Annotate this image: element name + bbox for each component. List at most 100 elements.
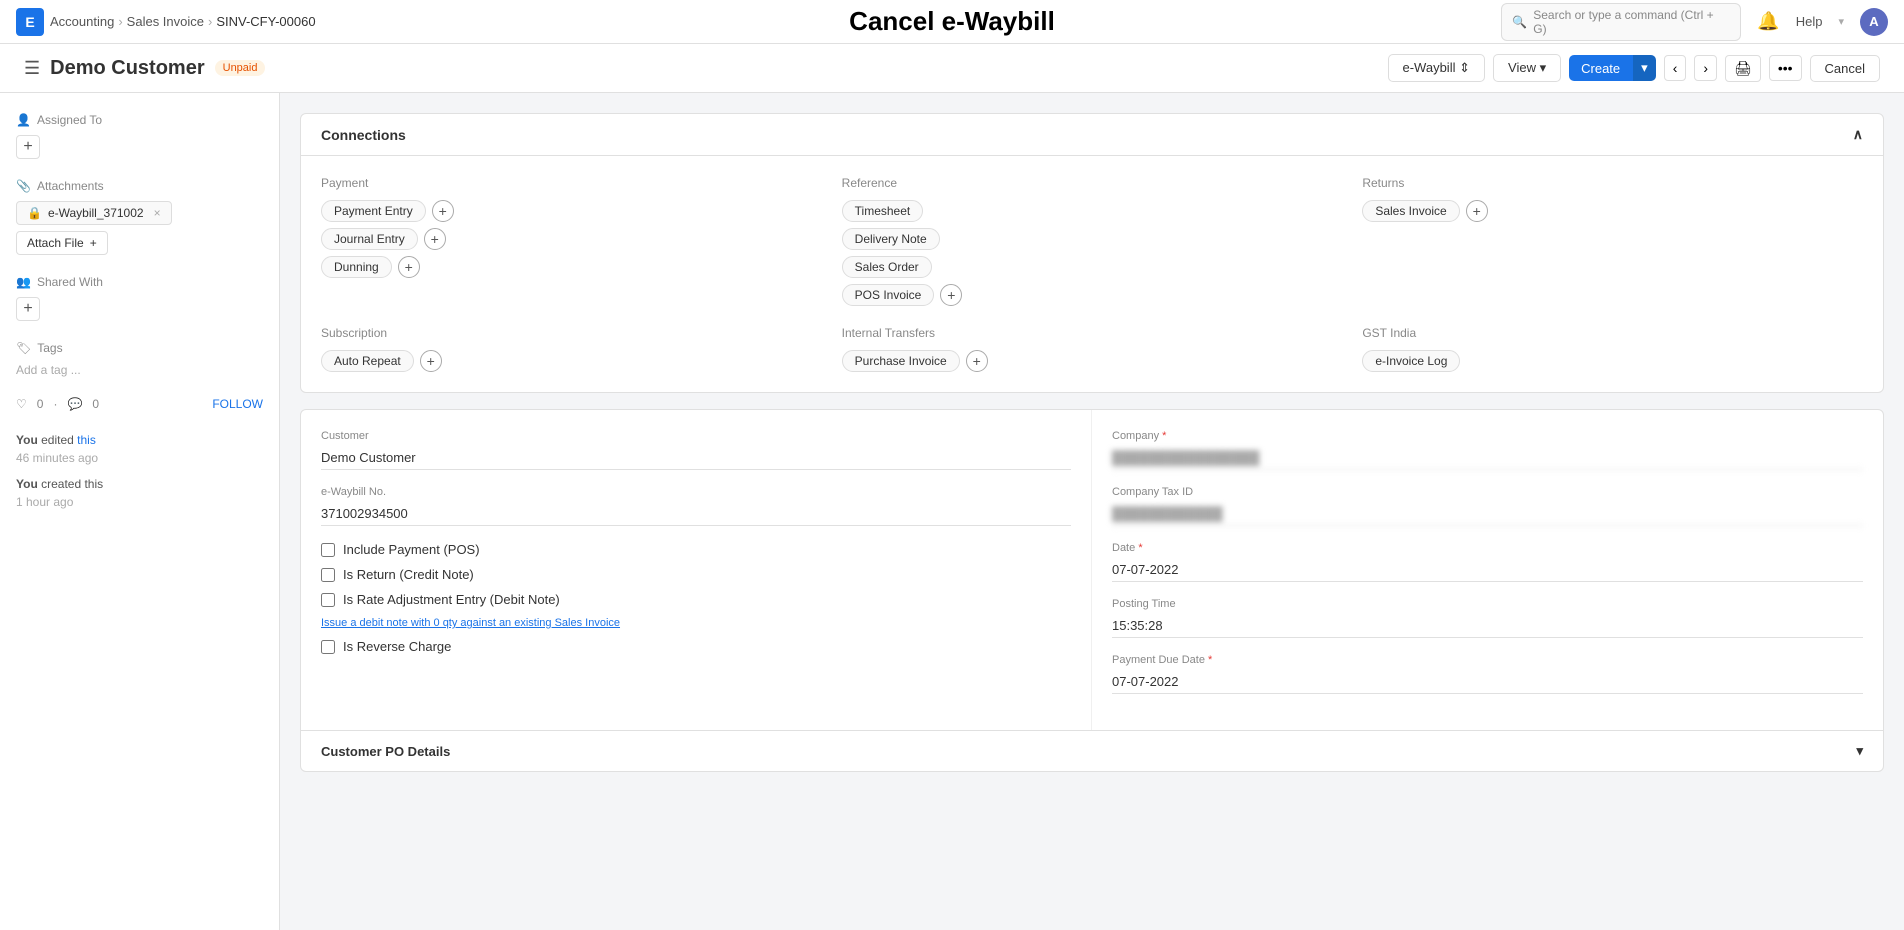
remove-attachment-icon[interactable]: × — [154, 206, 161, 220]
add-return-button[interactable]: + — [1466, 200, 1488, 222]
assigned-to-section: 👤 Assigned To + — [16, 113, 263, 159]
breadcrumb-doc-id[interactable]: SINV-CFY-00060 — [216, 14, 315, 29]
hamburger-icon[interactable]: ☰ — [24, 58, 40, 79]
conn-tag-einvoice-log[interactable]: e-Invoice Log — [1362, 350, 1460, 372]
add-shared-button[interactable]: + — [16, 297, 40, 321]
connections-collapse-icon[interactable]: ∧ — [1853, 126, 1863, 143]
debit-note-hint[interactable]: Issue a debit note with 0 qty against an… — [321, 617, 1071, 629]
add-subscription-button[interactable]: + — [420, 350, 442, 372]
is-reverse-charge-row: Is Reverse Charge — [321, 639, 1071, 654]
date-value[interactable]: 07-07-2022 — [1112, 558, 1863, 582]
reference-title: Reference — [842, 176, 1343, 190]
conn-tag-pos-invoice[interactable]: POS Invoice — [842, 284, 935, 306]
company-value[interactable]: ████████████████ — [1112, 446, 1863, 470]
breadcrumb: Accounting › Sales Invoice › SINV-CFY-00… — [50, 14, 316, 29]
connections-grid-2: Subscription Auto Repeat + Internal Tran… — [321, 326, 1863, 372]
connections-body: Payment Payment Entry + Journal Entry + … — [301, 156, 1883, 392]
add-dunning-button[interactable]: + — [398, 256, 420, 278]
add-internal-transfer-button[interactable]: + — [966, 350, 988, 372]
form-right-col: Company * ████████████████ Company Tax I… — [1092, 410, 1883, 730]
search-box[interactable]: 🔍 Search or type a command (Ctrl + G) — [1501, 3, 1741, 41]
conn-tag-timesheet[interactable]: Timesheet — [842, 200, 924, 222]
cancel-button[interactable]: Cancel — [1810, 55, 1880, 82]
prev-button[interactable]: ‹ — [1664, 55, 1687, 81]
conn-tag-auto-repeat[interactable]: Auto Repeat — [321, 350, 414, 372]
customer-row: Customer Demo Customer — [321, 430, 1071, 470]
ewaybill-no-value[interactable]: 371002934500 — [321, 502, 1071, 526]
reference-tags-1: Timesheet — [842, 200, 1343, 222]
is-rate-adjustment-checkbox[interactable] — [321, 593, 335, 607]
activity-item-2: You created this 1 hour ago — [16, 475, 263, 511]
form-panel: Customer Demo Customer e-Waybill No. 371… — [300, 409, 1884, 772]
doc-title: Demo Customer — [50, 57, 204, 80]
app-icon[interactable]: E — [16, 8, 44, 36]
customer-po-header[interactable]: Customer PO Details ▾ — [301, 730, 1883, 771]
assigned-to-label: 👤 Assigned To — [16, 113, 263, 127]
follow-button[interactable]: FOLLOW — [212, 397, 263, 411]
search-placeholder: Search or type a command (Ctrl + G) — [1533, 8, 1730, 36]
conn-tag-delivery-note[interactable]: Delivery Note — [842, 228, 940, 250]
attachment-item[interactable]: 🔒 e-Waybill_371002 × — [16, 201, 172, 225]
conn-tag-sales-invoice-return[interactable]: Sales Invoice — [1362, 200, 1459, 222]
activity-item-1: You edited this 46 minutes ago — [16, 431, 263, 467]
company-required: * — [1162, 430, 1166, 442]
add-reference-button[interactable]: + — [940, 284, 962, 306]
avatar[interactable]: A — [1860, 8, 1888, 36]
activity-section: You edited this 46 minutes ago You creat… — [16, 431, 263, 511]
date-label: Date * — [1112, 542, 1863, 554]
payment-due-date-value[interactable]: 07-07-2022 — [1112, 670, 1863, 694]
status-badge: Unpaid — [215, 60, 266, 76]
conn-tag-purchase-invoice[interactable]: Purchase Invoice — [842, 350, 960, 372]
is-rate-adjustment-row: Is Rate Adjustment Entry (Debit Note) — [321, 592, 1071, 607]
customer-label: Customer — [321, 430, 1071, 442]
gst-india-title: GST India — [1362, 326, 1863, 340]
reference-tags-4: POS Invoice + — [842, 284, 1343, 306]
shared-icon: 👥 — [16, 275, 31, 289]
add-assignee-button[interactable]: + — [16, 135, 40, 159]
conn-tag-dunning[interactable]: Dunning — [321, 256, 392, 278]
top-nav-right: 🔍 Search or type a command (Ctrl + G) 🔔 … — [1501, 3, 1888, 41]
modal-title-area: Cancel e-Waybill — [849, 6, 1055, 37]
reference-tags-2: Delivery Note — [842, 228, 1343, 250]
posting-time-value[interactable]: 15:35:28 — [1112, 614, 1863, 638]
create-button-main[interactable]: Create — [1569, 55, 1632, 81]
is-return-checkbox[interactable] — [321, 568, 335, 582]
add-payment-entry-button[interactable]: + — [432, 200, 454, 222]
tags-section: 🏷 Tags Add a tag ... — [16, 341, 263, 377]
more-button[interactable]: ••• — [1769, 55, 1802, 81]
ewaybill-button[interactable]: e-Waybill ⇕ — [1388, 54, 1486, 82]
breadcrumb-area: E Accounting › Sales Invoice › SINV-CFY-… — [16, 8, 316, 36]
conn-tag-payment-entry[interactable]: Payment Entry — [321, 200, 426, 222]
is-reverse-charge-checkbox[interactable] — [321, 640, 335, 654]
payment-due-date-label: Payment Due Date * — [1112, 654, 1863, 666]
ewaybill-no-label: e-Waybill No. — [321, 486, 1071, 498]
customer-po-title: Customer PO Details — [321, 744, 450, 759]
next-button[interactable]: › — [1694, 55, 1717, 81]
attach-file-button[interactable]: Attach File + — [16, 231, 108, 255]
tags-label: 🏷 Tags — [16, 341, 263, 355]
conn-tag-journal-entry[interactable]: Journal Entry — [321, 228, 418, 250]
conn-tag-sales-order[interactable]: Sales Order — [842, 256, 932, 278]
print-button[interactable]: 🖨 — [1725, 55, 1761, 82]
date-row: Date * 07-07-2022 — [1112, 542, 1863, 582]
help-button[interactable]: Help — [1796, 14, 1823, 29]
view-button[interactable]: View ▾ — [1493, 54, 1561, 82]
add-tag-placeholder[interactable]: Add a tag ... — [16, 363, 263, 377]
create-button-arrow[interactable]: ▾ — [1632, 55, 1656, 81]
paperclip-icon: 📎 — [16, 179, 31, 193]
social-section: ♡ 0 · 💬 0 FOLLOW — [16, 397, 263, 411]
search-icon: 🔍 — [1512, 15, 1527, 29]
subscription-tags: Auto Repeat + — [321, 350, 822, 372]
reference-tags-3: Sales Order — [842, 256, 1343, 278]
view-chevron-icon: ▾ — [1540, 60, 1547, 75]
company-label: Company * — [1112, 430, 1863, 442]
customer-value[interactable]: Demo Customer — [321, 446, 1071, 470]
include-payment-checkbox[interactable] — [321, 543, 335, 557]
add-journal-entry-button[interactable]: + — [424, 228, 446, 250]
breadcrumb-accounting[interactable]: Accounting — [50, 14, 114, 29]
notification-icon[interactable]: 🔔 — [1757, 11, 1779, 32]
payment-tags-2: Journal Entry + — [321, 228, 822, 250]
ewaybill-no-row: e-Waybill No. 371002934500 — [321, 486, 1071, 526]
breadcrumb-sales-invoice[interactable]: Sales Invoice — [127, 14, 204, 29]
company-tax-id-value[interactable]: ████████████ — [1112, 502, 1863, 526]
